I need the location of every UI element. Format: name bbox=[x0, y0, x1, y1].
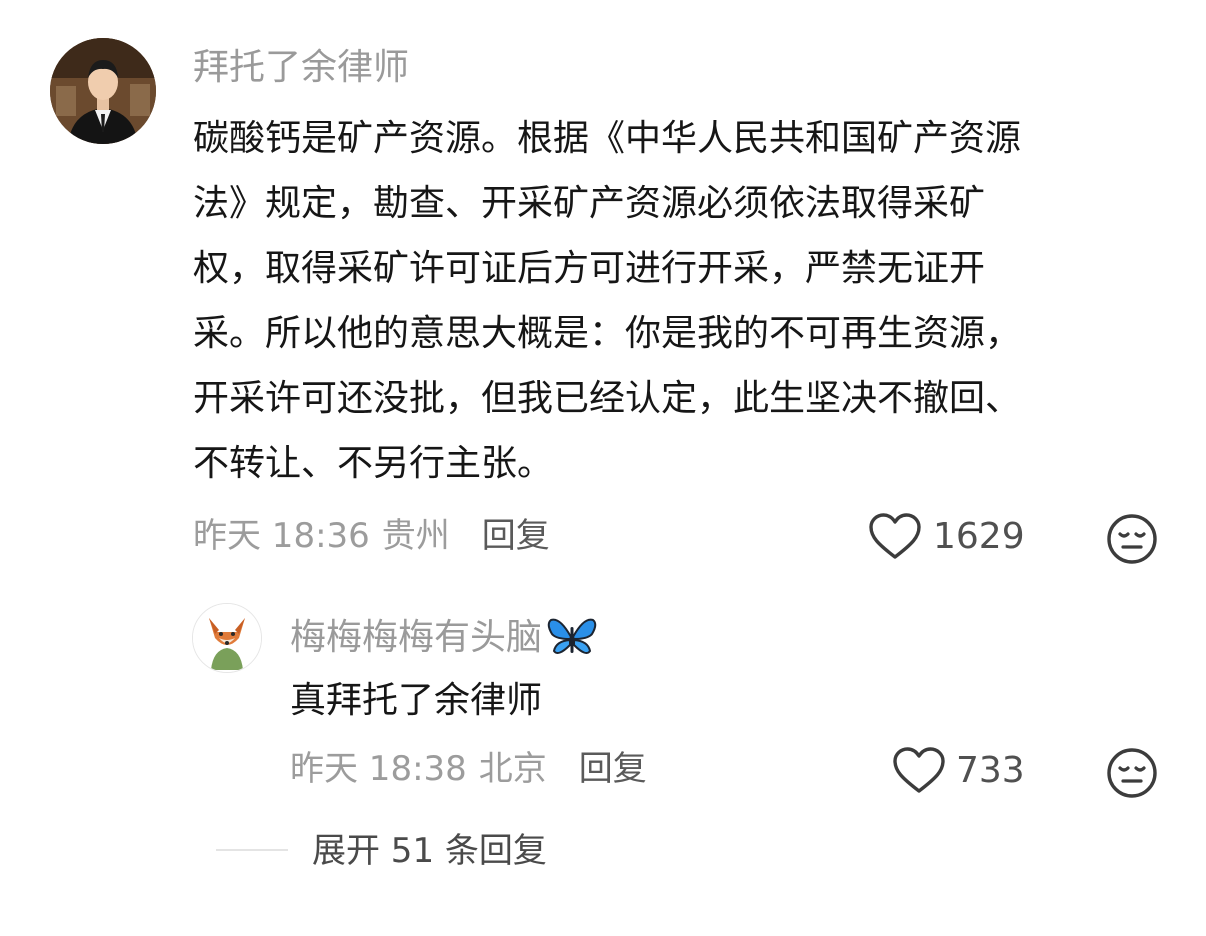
reply-like-count: 733 bbox=[956, 750, 1025, 791]
reply-username[interactable]: 梅梅梅梅有头脑 bbox=[290, 620, 542, 656]
reply-location: 北京 bbox=[478, 749, 547, 789]
reply-dislike-button[interactable] bbox=[1106, 747, 1158, 799]
avatar-photo bbox=[50, 38, 156, 144]
butterfly-icon bbox=[547, 618, 597, 654]
reply-like-button[interactable]: 733 bbox=[892, 747, 1025, 795]
comment-body-line: 采。所以他的意思大概是：你是我的不可再生资源， bbox=[193, 313, 1022, 354]
reply-body: 真拜托了余律师 bbox=[290, 680, 543, 721]
dislike-button[interactable] bbox=[1106, 513, 1158, 565]
comment-location: 贵州 bbox=[381, 516, 450, 556]
comment-body-line: 法》规定，勘查、开采矿产资源必须依法取得采矿 bbox=[193, 183, 986, 224]
comment-time: 昨天 18:36 bbox=[193, 516, 370, 556]
comment-body-line: 不转让、不另行主张。 bbox=[193, 443, 554, 484]
comment-body: 碳酸钙是矿产资源。根据《中华人民共和国矿产资源 法》规定，勘查、开采矿产资源必须… bbox=[193, 106, 1021, 496]
avatar[interactable] bbox=[50, 38, 156, 144]
expand-replies-button[interactable]: 展开 51 条回复 bbox=[312, 834, 547, 868]
reply-time: 昨天 18:38 bbox=[290, 749, 467, 789]
reply-meta: 昨天 18:38 北京 回复 bbox=[290, 752, 647, 786]
neutral-face-icon bbox=[1107, 748, 1157, 798]
comment-body-line: 碳酸钙是矿产资源。根据《中华人民共和国矿产资源 bbox=[193, 118, 1022, 159]
neutral-face-icon bbox=[1107, 514, 1157, 564]
reply-button[interactable]: 回复 bbox=[482, 519, 550, 553]
heart-icon bbox=[869, 513, 921, 559]
comment-body-line: 权，取得采矿许可证后方可进行开采，严禁无证开 bbox=[193, 248, 986, 289]
comment-meta: 昨天 18:36 贵州 回复 bbox=[193, 519, 550, 553]
heart-icon bbox=[893, 747, 945, 793]
like-count: 1629 bbox=[933, 516, 1025, 557]
reply-username-row: 梅梅梅梅有头脑 bbox=[290, 615, 598, 661]
reply-avatar[interactable] bbox=[192, 603, 262, 673]
reply-reply-button[interactable]: 回复 bbox=[579, 752, 647, 786]
like-button[interactable]: 1629 bbox=[868, 513, 1025, 561]
expand-divider bbox=[216, 849, 288, 851]
fox-avatar-icon bbox=[193, 604, 261, 672]
comment-body-line: 开采许可还没批，但我已经认定，此生坚决不撤回、 bbox=[193, 378, 1022, 419]
comment-username[interactable]: 拜托了余律师 bbox=[193, 50, 409, 86]
